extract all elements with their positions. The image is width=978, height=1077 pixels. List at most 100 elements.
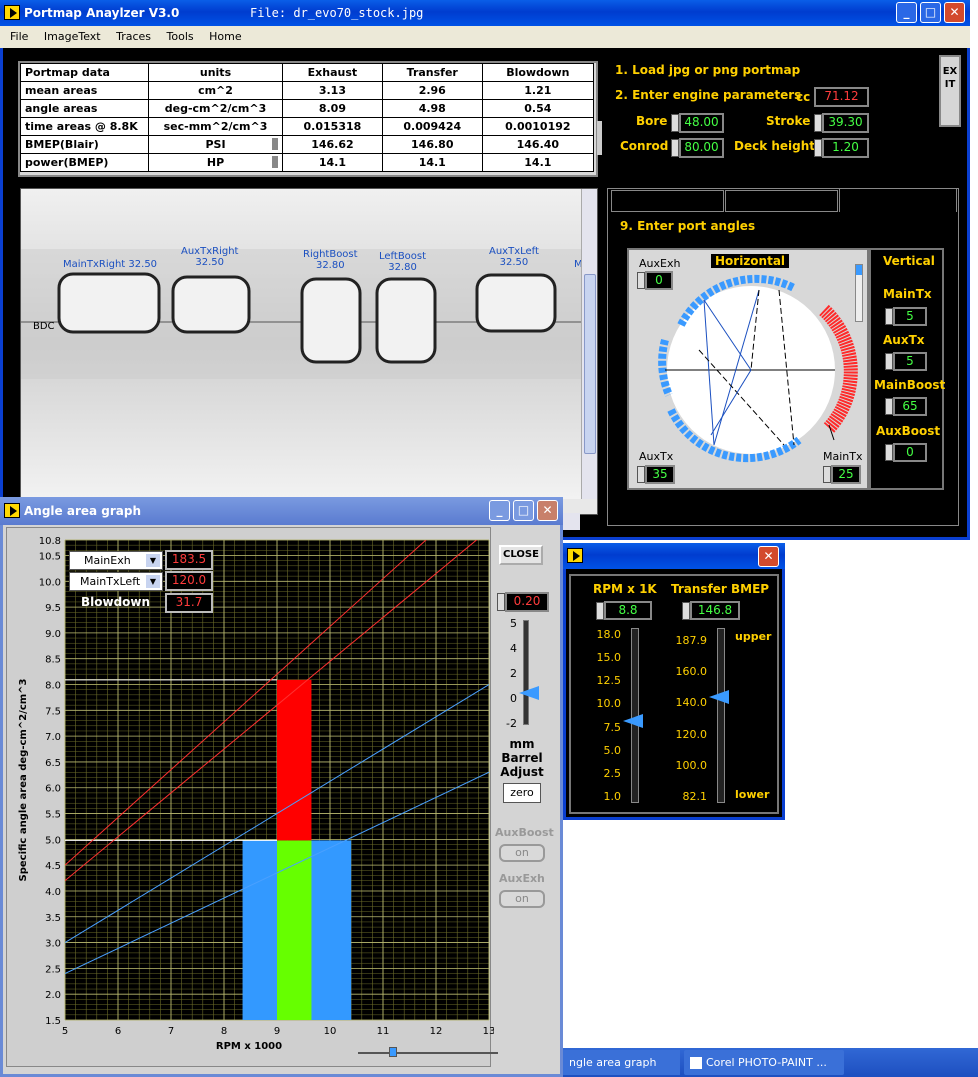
bmep-spinner[interactable] (682, 602, 690, 620)
v-maintx-spinner[interactable] (885, 308, 893, 325)
y-axis-label: Specific angle area deg-cm^2/cm^3 (18, 678, 29, 881)
x-tick-label: 10 (324, 1026, 337, 1037)
menu-imagetext[interactable]: ImageText (44, 30, 101, 43)
conrod-input[interactable]: 80.00 (679, 138, 724, 158)
v-maintx-input[interactable]: 5 (893, 307, 927, 326)
y-tick-label: 4.0 (45, 887, 61, 898)
rpm-spinner[interactable] (596, 602, 604, 620)
labview-icon (567, 548, 583, 563)
maintx-input[interactable]: 25 (831, 465, 861, 484)
maintx-spinner[interactable] (823, 466, 831, 483)
y-tick-label: 10.5 (39, 551, 61, 562)
auxexh-input[interactable]: 0 (645, 271, 673, 290)
v-auxboost-input[interactable]: 0 (893, 443, 927, 462)
table-row: mean areas cm^2 3.13 2.96 1.21 (20, 81, 595, 100)
rpm-slider-thumb[interactable] (623, 714, 643, 728)
image-vscrollbar[interactable] (581, 189, 597, 499)
minimize-button[interactable]: _ (896, 2, 917, 23)
menu-tools[interactable]: Tools (167, 30, 194, 43)
menu-bar: File ImageText Traces Tools Home (0, 26, 970, 48)
units-selector[interactable]: PSI (148, 135, 283, 154)
table-scrollbar[interactable] (597, 121, 602, 155)
conrod-spinner[interactable] (671, 139, 679, 157)
bore-input[interactable]: 48.00 (679, 113, 724, 133)
header-cell: Exhaust (282, 63, 383, 82)
rpm-window: ✕ RPM x 1K 8.8 Transfer BMEP 146.8 18.0 1… (563, 543, 785, 820)
maximize-button[interactable]: □ (920, 2, 941, 23)
graph-maximize-button[interactable]: □ (513, 500, 534, 521)
tick-label: 5.0 (603, 743, 622, 757)
deck-spinner[interactable] (814, 139, 822, 157)
cell: 3.13 (282, 81, 383, 100)
menu-home[interactable]: Home (209, 30, 241, 43)
v-auxtx-spinner[interactable] (885, 353, 893, 370)
stroke-label: Stroke (766, 114, 811, 128)
series2-select[interactable]: MainTxLeft ▼ (69, 572, 163, 591)
v-auxboost-spinner[interactable] (885, 444, 893, 461)
header-cell: units (148, 63, 283, 82)
menu-file[interactable]: File (10, 30, 28, 43)
v-mainboost-label: MainBoost (874, 378, 946, 392)
stroke-spinner[interactable] (814, 114, 822, 132)
close-graph-button[interactable]: CLOSE (499, 545, 543, 565)
y-tick-label: 10.0 (39, 577, 61, 588)
units-selector[interactable]: HP (148, 153, 283, 172)
rpm-close-button[interactable]: ✕ (758, 546, 779, 567)
close-button[interactable]: ✕ (944, 2, 965, 23)
tab-3[interactable] (839, 188, 957, 212)
v-mainboost-spinner[interactable] (885, 398, 893, 415)
tick-label: 5 (510, 617, 517, 630)
tick-label: -2 (506, 717, 517, 730)
y-tick-label: 2.0 (45, 990, 61, 1001)
menu-traces[interactable]: Traces (116, 30, 151, 43)
cc-display: 71.12 (814, 87, 869, 107)
taskbar-item-corel[interactable]: Corel PHOTO-PAINT ... (684, 1050, 844, 1075)
exit-button[interactable]: EXIT (939, 55, 961, 127)
bmep-slider-track[interactable] (717, 628, 725, 803)
tick-label: 7.5 (603, 720, 622, 734)
step1-label: 1. Load jpg or png portmap (615, 63, 801, 77)
tab-1[interactable] (611, 190, 724, 212)
image-hscrollbar[interactable] (563, 513, 580, 530)
auxexh-spinner[interactable] (637, 272, 645, 289)
graph-hscroll-thumb[interactable] (389, 1047, 397, 1057)
tab-2[interactable] (725, 190, 838, 212)
bmep-display[interactable]: 146.8 (690, 601, 740, 620)
deck-height-input[interactable]: 1.20 (822, 138, 869, 158)
rpm-display[interactable]: 8.8 (604, 601, 652, 620)
cell: mean areas (20, 81, 149, 100)
taskbar-item-graph[interactable]: ngle area graph (563, 1050, 680, 1075)
adjust-display[interactable]: 0.20 (505, 592, 549, 612)
cell: time areas @ 8.8K (20, 117, 149, 136)
x-tick-label: 9 (274, 1026, 280, 1037)
auxexh-label: AuxExh (499, 872, 545, 885)
series1-select[interactable]: MainExh ▼ (69, 551, 163, 570)
bore-spinner[interactable] (671, 114, 679, 132)
cell: 0.015318 (282, 117, 383, 136)
adjust-slider-track[interactable] (523, 620, 529, 725)
port-label: RightBoost 32.80 (303, 249, 358, 271)
bmep-slider-thumb[interactable] (709, 690, 729, 704)
y-tick-label: 10.8 (39, 536, 61, 547)
graph-hscroll[interactable] (358, 1052, 498, 1059)
cell: 146.40 (481, 135, 595, 154)
graph-minimize-button[interactable]: _ (489, 500, 510, 521)
horizontal-scroll[interactable] (855, 264, 863, 322)
auxexh-toggle[interactable]: on (499, 890, 545, 908)
adjust-spinner[interactable] (497, 593, 505, 611)
conrod-label: Conrod (620, 139, 669, 153)
auxtx-input[interactable]: 35 (645, 465, 675, 484)
graph-close-button[interactable]: ✕ (537, 500, 558, 521)
port-label: AuxTxLeft 32.50 (489, 246, 539, 268)
auxtx-spinner[interactable] (637, 466, 645, 483)
v-auxtx-input[interactable]: 5 (893, 352, 927, 371)
auxboost-toggle[interactable]: on (499, 844, 545, 862)
stroke-input[interactable]: 39.30 (822, 113, 869, 133)
zero-button[interactable]: zero (503, 783, 541, 803)
cell: cm^2 (148, 81, 283, 100)
rpm-panel: RPM x 1K 8.8 Transfer BMEP 146.8 18.0 15.… (569, 574, 779, 814)
adjust-slider-thumb[interactable] (519, 686, 539, 700)
x-tick-label: 12 (430, 1026, 443, 1037)
v-mainboost-input[interactable]: 65 (893, 397, 927, 416)
lower-label: lower (735, 788, 770, 801)
